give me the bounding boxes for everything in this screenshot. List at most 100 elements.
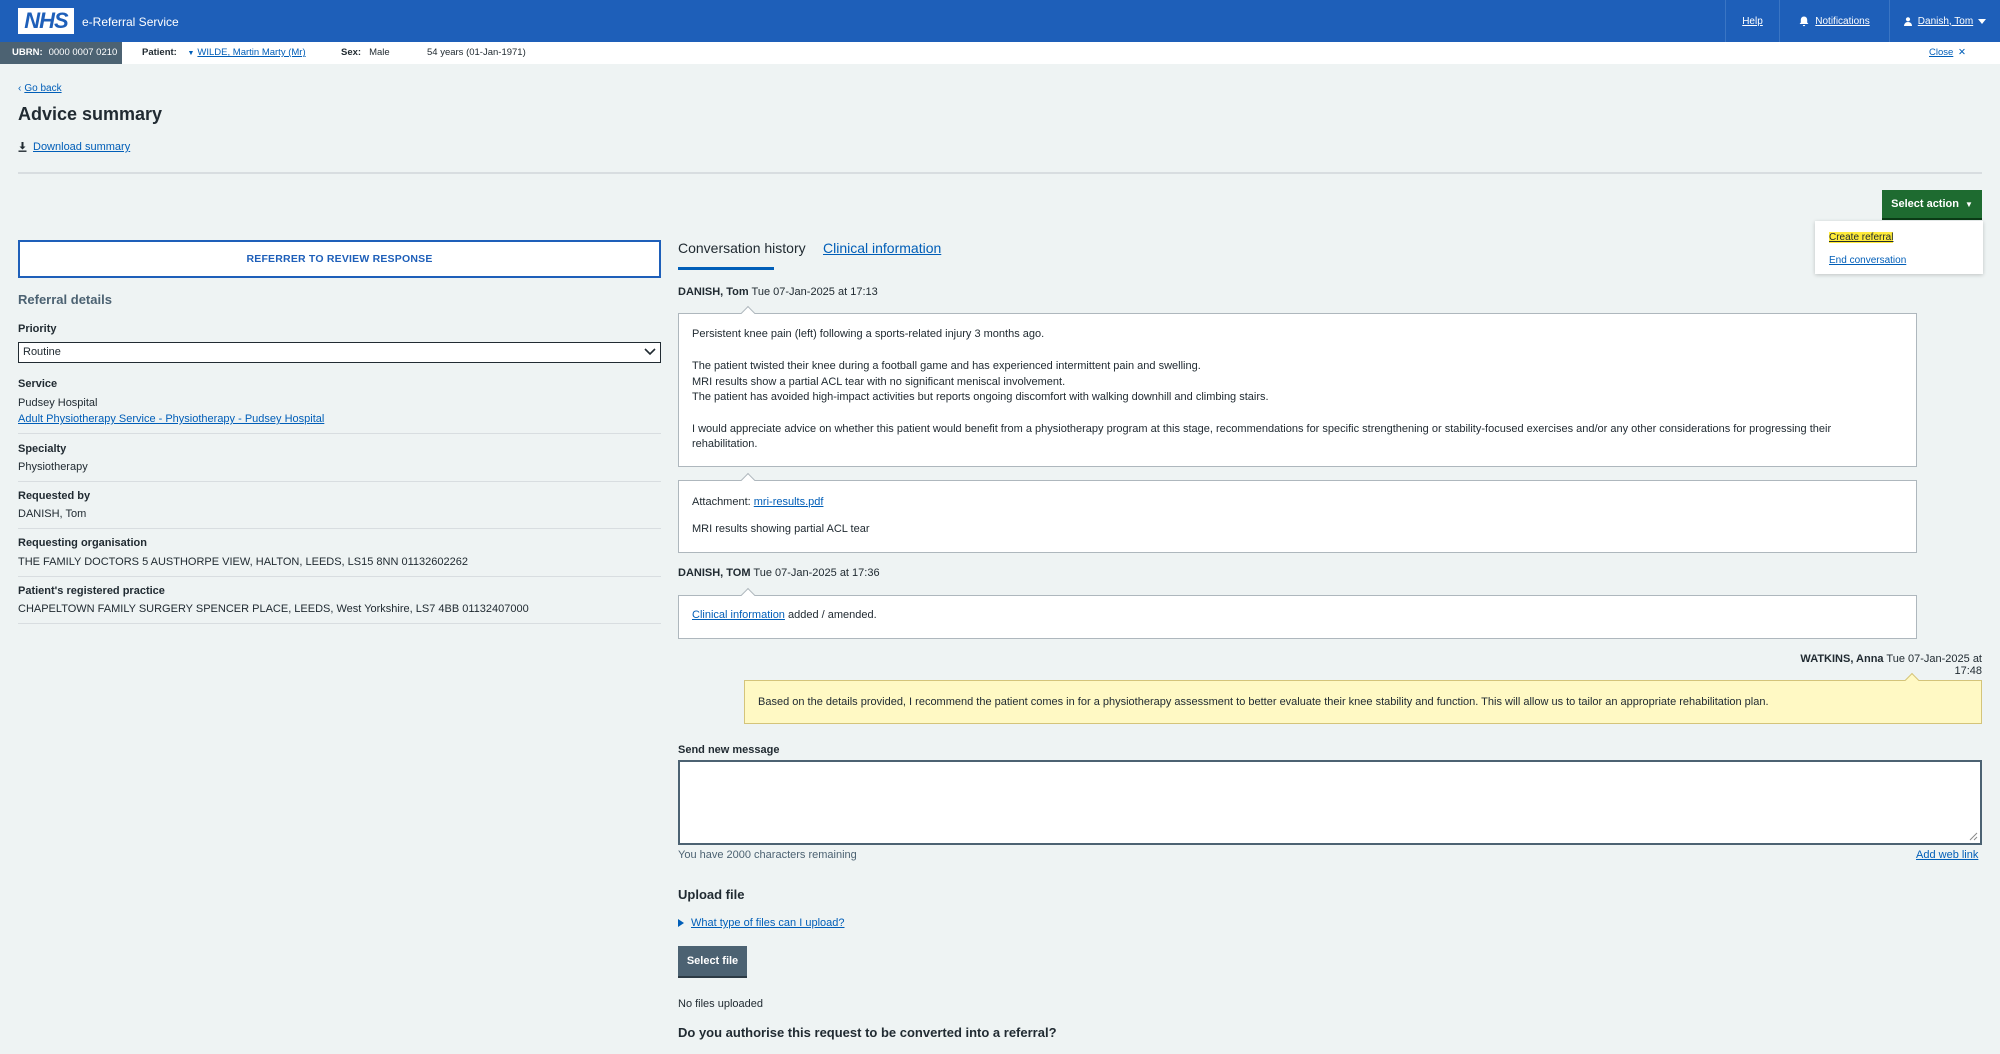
create-referral-menu-item[interactable]: Create referral <box>1829 232 1894 243</box>
attachment-description: MRI results showing partial ACL tear <box>692 523 870 535</box>
select-action-label: Select action <box>1891 198 1959 210</box>
specialty-value: Physiotherapy <box>18 461 88 473</box>
requesting-org-value: THE FAMILY DOCTORS 5 AUSTHORPE VIEW, HAL… <box>18 556 468 568</box>
sex-value: Male <box>369 47 390 58</box>
authorise-question: Do you authorise this request to be conv… <box>678 1025 1057 1040</box>
requested-by-value: DANISH, Tom <box>18 508 87 520</box>
section-divider <box>18 172 1982 174</box>
active-tab-indicator <box>678 267 774 270</box>
message-meta: DANISH, TOM Tue 07-Jan-2025 at 17:36 <box>678 567 880 579</box>
tab-clinical-information[interactable]: Clinical information <box>823 240 941 256</box>
message-line: MRI results show a partial ACL tear with… <box>692 376 1066 388</box>
user-icon <box>1903 16 1912 26</box>
priority-select[interactable]: Routine <box>18 342 661 363</box>
download-summary-link[interactable]: Download summary <box>18 141 130 153</box>
bubble-pointer <box>740 472 756 488</box>
patient-name-link[interactable]: WILDE, Martin Marty (Mr) <box>197 47 305 58</box>
sex-field: Sex: Male <box>341 42 390 64</box>
notifications-link[interactable]: Notifications <box>1779 0 1889 42</box>
reply-author: WATKINS, Anna <box>1800 653 1884 665</box>
close-icon: ✕ <box>1957 47 1966 58</box>
patient-banner: UBRN: 0000 0007 0210 Patient: ▼ WILDE, Mar… <box>0 42 2000 64</box>
service-name: e-Referral Service <box>82 15 179 29</box>
row-divider <box>18 623 661 624</box>
message-meta: DANISH, Tom Tue 07-Jan-2025 at 17:13 <box>678 286 878 298</box>
ubrn-box: UBRN: 0000 0007 0210 <box>0 42 122 64</box>
close-link[interactable]: Close ✕ <box>1929 42 1966 64</box>
referral-details-heading: Referral details <box>18 292 112 307</box>
sex-label: Sex: <box>341 47 362 58</box>
go-back-label: Go back <box>24 83 62 94</box>
file-types-disclosure[interactable]: What type of files can I upload? <box>678 917 844 929</box>
row-divider <box>18 528 661 529</box>
ubrn-value: 0000 0007 0210 <box>48 47 118 58</box>
select-action-button[interactable]: Select action ▼ <box>1882 190 1982 220</box>
message-line: The patient twisted their knee during a … <box>692 360 1201 372</box>
caret-down-icon: ▼ <box>1964 199 1973 209</box>
chevron-down-icon <box>1978 18 1987 24</box>
chevron-left-icon: ‹ <box>18 83 22 94</box>
select-file-button[interactable]: Select file <box>678 946 747 978</box>
bubble-pointer <box>740 305 756 321</box>
notifications-label: Notifications <box>1815 15 1870 27</box>
message-line: Persistent knee pain (left) following a … <box>692 328 1045 340</box>
clinical-information-link[interactable]: Clinical information <box>692 609 785 621</box>
page-title: Advice summary <box>18 104 163 124</box>
ubrn-label: UBRN: <box>12 47 43 58</box>
no-files-status: No files uploaded <box>678 998 764 1010</box>
go-back-link[interactable]: ‹ Go back <box>18 83 62 94</box>
chevron-down-icon <box>644 348 656 356</box>
registered-practice-label: Patient's registered practice <box>18 585 165 597</box>
help-label: Help <box>1742 15 1763 27</box>
send-message-label: Send new message <box>678 744 780 756</box>
requested-by-label: Requested by <box>18 490 91 502</box>
tab-conversation-history[interactable]: Conversation history <box>678 240 806 256</box>
attachment-label: Attachment: <box>692 496 751 508</box>
message-time: Tue 07-Jan-2025 at 17:36 <box>753 567 880 579</box>
add-web-link[interactable]: Add web link <box>1916 849 1978 861</box>
service-provider: Pudsey Hospital <box>18 397 98 409</box>
top-header: NHS e-Referral Service Help Notification… <box>0 0 2000 42</box>
reply-meta: WATKINS, Anna Tue 07-Jan-2025 at 17:48 <box>1779 653 1982 677</box>
specialty-label: Specialty <box>18 443 67 455</box>
bubble-pointer <box>740 587 756 603</box>
message-textarea[interactable] <box>678 760 1982 845</box>
service-link[interactable]: Adult Physiotherapy Service - Physiother… <box>18 413 324 425</box>
patient-age: 54 years (01-Jan-1971) <box>427 47 526 58</box>
caret-down-icon: ▼ <box>187 50 195 57</box>
service-label: Service <box>18 378 58 390</box>
download-icon <box>18 142 27 152</box>
action-dropdown-menu: Create referral End conversation <box>1815 221 1983 274</box>
end-conversation-menu-item[interactable]: End conversation <box>1829 255 1906 266</box>
message-bubble: Clinical information added / amended. <box>678 587 1917 639</box>
nhs-logo[interactable]: NHS <box>18 8 74 34</box>
message-line: Clinical information added / amended. <box>692 609 877 621</box>
row-divider <box>18 433 661 434</box>
message-line: I would appreciate advice on whether thi… <box>692 423 1832 435</box>
close-label: Close <box>1929 47 1954 58</box>
message-time: Tue 07-Jan-2025 at 17:13 <box>751 286 878 298</box>
help-link[interactable]: Help <box>1725 0 1779 42</box>
download-summary-label: Download summary <box>33 141 131 153</box>
resize-handle-icon[interactable] <box>1969 832 1978 841</box>
registered-practice-value: CHAPELTOWN FAMILY SURGERY SPENCER PLACE,… <box>18 603 529 615</box>
message-bubble: Persistent knee pain (left) following a … <box>678 305 1917 467</box>
file-types-link: What type of files can I upload? <box>691 917 845 929</box>
message-author: DANISH, Tom <box>678 286 749 298</box>
message-line: The patient has avoided high-impact acti… <box>692 391 1269 403</box>
user-menu[interactable]: Danish, Tom <box>1889 0 2000 42</box>
row-divider <box>18 481 661 482</box>
triangle-right-icon <box>678 919 684 927</box>
requesting-org-label: Requesting organisation <box>18 537 147 549</box>
bell-icon <box>1799 16 1809 26</box>
characters-remaining: You have 2000 characters remaining <box>678 849 857 861</box>
message-line: rehabilitation. <box>692 438 758 450</box>
row-divider <box>18 576 661 577</box>
status-banner: REFERRER TO REVIEW RESPONSE <box>18 240 661 278</box>
priority-label: Priority <box>18 323 57 335</box>
priority-value: Routine <box>23 346 61 358</box>
reply-text: Based on the details provided, I recomme… <box>758 696 1769 708</box>
user-name: Danish, Tom <box>1917 15 1974 27</box>
attachment-file-link[interactable]: mri-results.pdf <box>754 496 824 508</box>
attachment-line: Attachment: mri-results.pdf <box>692 496 823 508</box>
